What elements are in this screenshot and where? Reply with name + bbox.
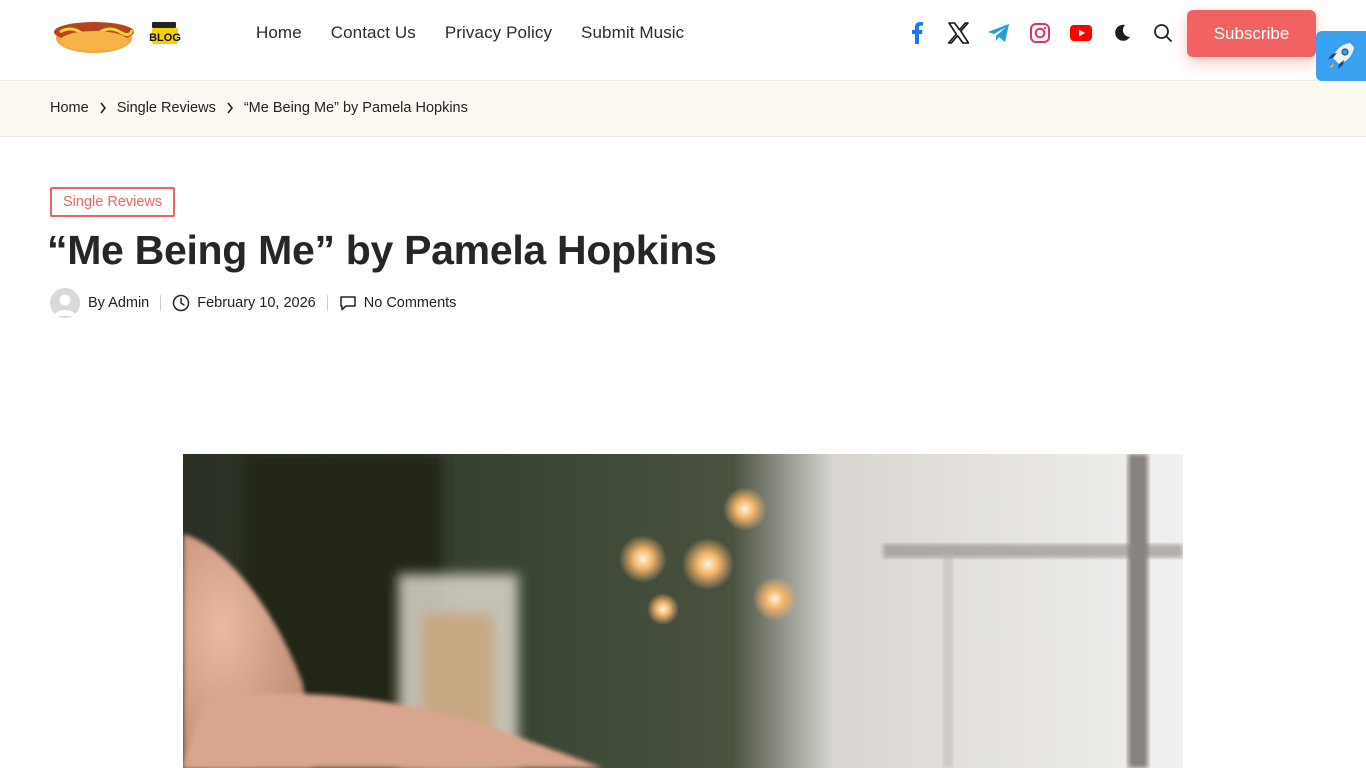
post-date-wrap: February 10, 2026 xyxy=(172,294,316,312)
breadcrumb: Home Single Reviews “Me Being Me” by Pam… xyxy=(50,100,468,116)
post-comments-wrap[interactable]: No Comments xyxy=(339,294,457,312)
page-title: “Me Being Me” by Pamela Hopkins xyxy=(47,227,717,273)
category-badge[interactable]: Single Reviews xyxy=(50,187,176,217)
main-nav: Home Contact Us Privacy Policy Submit Mu… xyxy=(256,22,713,44)
clock-icon xyxy=(173,294,190,312)
search-icon[interactable] xyxy=(1151,21,1175,45)
post-date: February 10, 2026 xyxy=(197,295,316,311)
avatar[interactable] xyxy=(50,288,80,318)
breadcrumb-current: “Me Being Me” by Pamela Hopkins xyxy=(243,100,468,116)
post-meta: By Admin February 10, 2026 No Comments xyxy=(50,288,456,318)
dark-mode-icon[interactable] xyxy=(1110,21,1134,45)
featured-image xyxy=(183,454,1183,768)
instagram-icon[interactable] xyxy=(1028,21,1052,45)
x-icon[interactable] xyxy=(946,21,970,45)
post-author[interactable]: By Admin xyxy=(88,295,149,311)
breadcrumb-bar: Home Single Reviews “Me Being Me” by Pam… xyxy=(0,82,1366,137)
site-logo[interactable]: BLOG xyxy=(52,8,186,60)
rocket-icon[interactable] xyxy=(1316,31,1366,81)
chevron-right-icon xyxy=(99,102,107,114)
nav-home[interactable]: Home xyxy=(256,22,302,44)
site-header: BLOG Home Contact Us Privacy Policy Subm… xyxy=(0,0,1366,81)
meta-divider xyxy=(326,295,328,311)
header-icons xyxy=(905,21,1192,45)
facebook-icon[interactable] xyxy=(905,21,929,45)
meta-divider xyxy=(160,295,162,311)
nav-privacy-policy[interactable]: Privacy Policy xyxy=(445,22,552,44)
breadcrumb-home[interactable]: Home xyxy=(50,100,89,116)
subscribe-button[interactable]: Subscribe xyxy=(1187,10,1316,57)
youtube-icon[interactable] xyxy=(1069,21,1093,45)
telegram-icon[interactable] xyxy=(987,21,1011,45)
post-comments[interactable]: No Comments xyxy=(364,295,457,311)
breadcrumb-single-reviews[interactable]: Single Reviews xyxy=(117,100,216,116)
logo-text: BLOG xyxy=(149,32,181,44)
nav-contact-us[interactable]: Contact Us xyxy=(331,22,416,44)
nav-submit-music[interactable]: Submit Music xyxy=(581,22,684,44)
comment-icon xyxy=(340,296,356,311)
chevron-right-icon xyxy=(226,102,234,114)
